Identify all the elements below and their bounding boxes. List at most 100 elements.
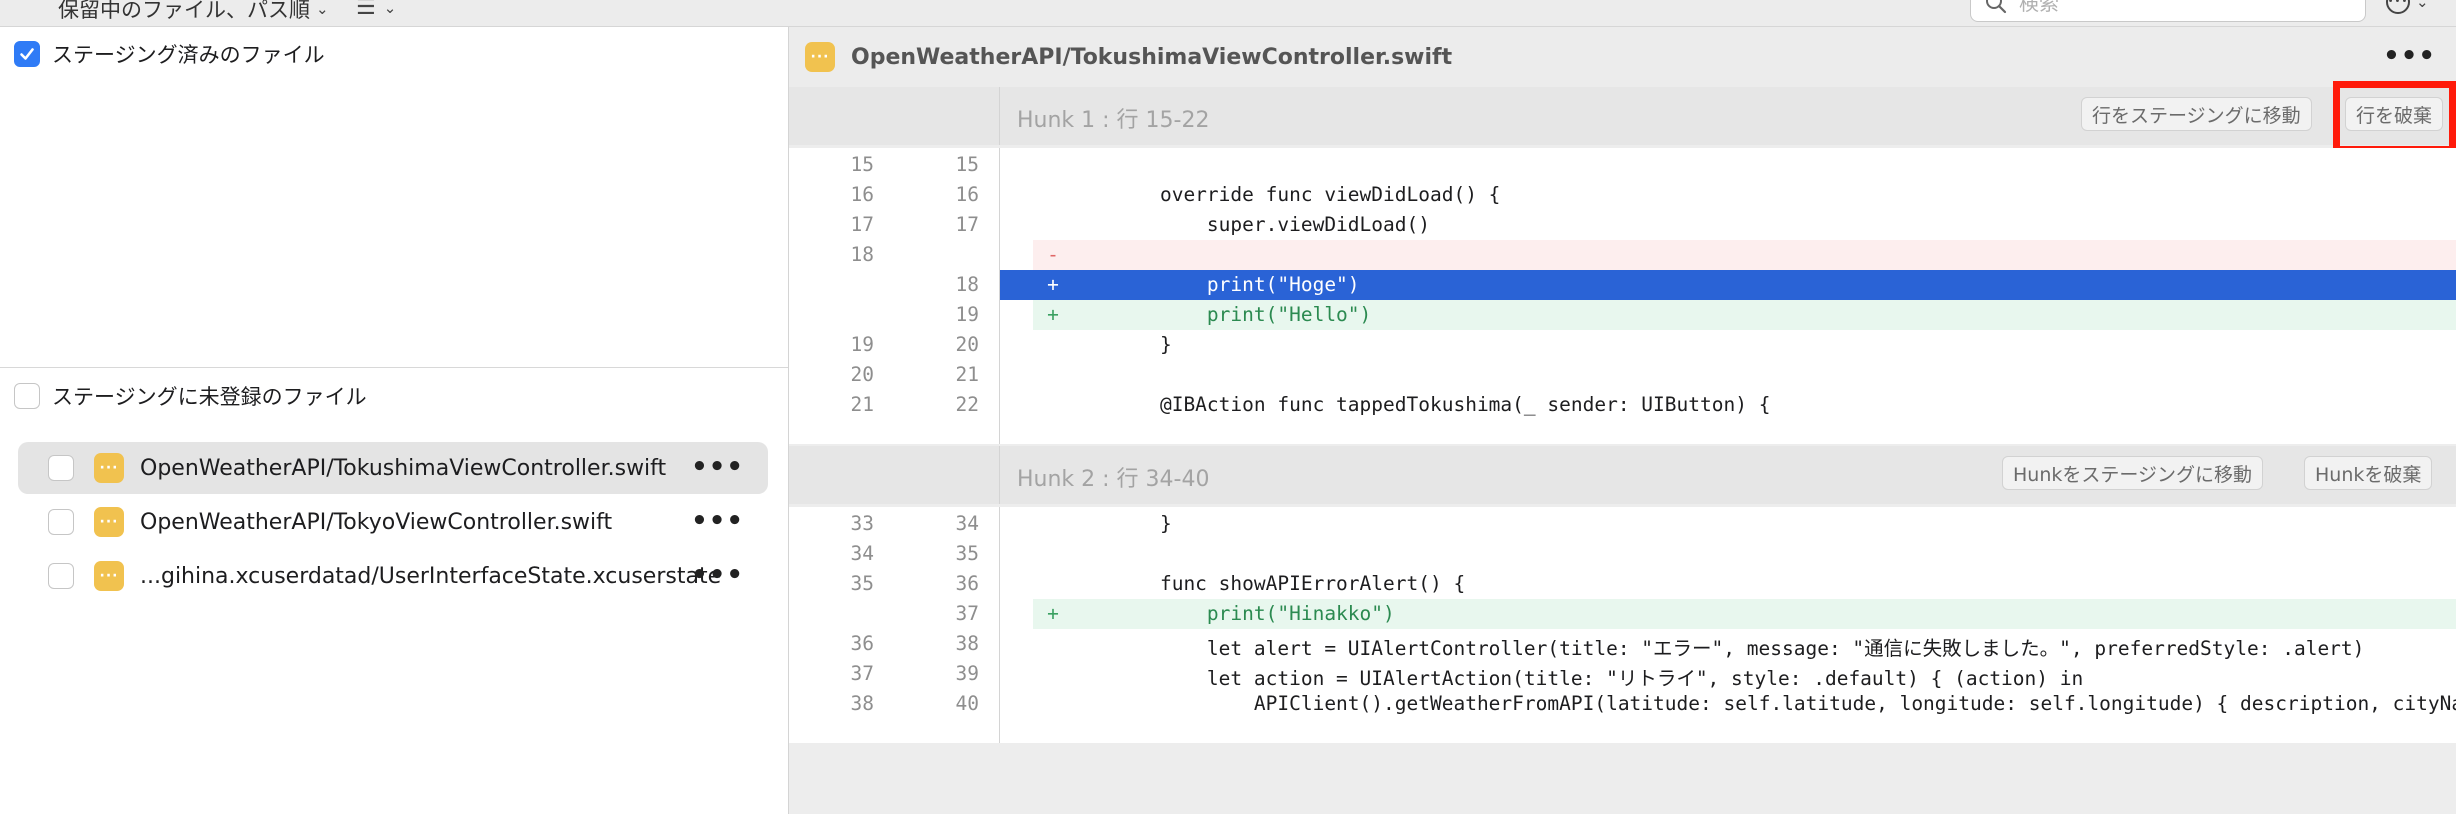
sort-menu[interactable]: 保留中のファイル、パス順 ⌄ (58, 0, 329, 24)
file-row[interactable]: ··· OpenWeatherAPI/TokyoViewController.s… (18, 496, 768, 548)
file-row[interactable]: ··· OpenWeatherAPI/TokushimaViewControll… (18, 442, 768, 494)
diff-line[interactable]: 15 15 (789, 150, 2456, 180)
code-text: APIClient().getWeatherFromAPI(latitude: … (1113, 692, 2456, 715)
file-row[interactable]: ··· ...gihina.xcuserdatad/UserInterfaceS… (18, 550, 768, 602)
diff-marker: + (1047, 273, 1059, 296)
diff-line[interactable]: 16 16 override func viewDidLoad() { (789, 180, 2456, 210)
stage-lines-button[interactable]: 行をステージングに移動 (2081, 97, 2312, 131)
old-line-number: 15 (850, 153, 874, 176)
hunk-code: 15 15 16 16 override func viewDidLoad() { 17… (789, 148, 2456, 444)
chevron-down-icon: ⌄ (383, 0, 397, 17)
diff-marker: + (1047, 303, 1059, 326)
old-line-number: 19 (850, 333, 874, 356)
hunk-gutter (789, 446, 1000, 504)
diff-line[interactable]: 37 39 let action = UIAlertAction(title: "… (789, 659, 2456, 690)
unstaged-section-header: ステージングに未登録のファイル (14, 381, 367, 411)
hunk-title: Hunk 2 : 行 34-40 (1017, 467, 1210, 492)
search-icon (1986, 0, 2007, 14)
new-line-number: 40 (955, 692, 979, 715)
code-text: override func viewDidLoad() { (1113, 183, 1501, 206)
new-line-number: 37 (955, 602, 979, 625)
old-line-number: 18 (850, 243, 874, 266)
old-line-number: 34 (850, 542, 874, 565)
more-icon[interactable]: ••• (691, 562, 744, 588)
chevron-down-icon: ⌄ (316, 0, 329, 18)
old-line-number: 16 (850, 183, 874, 206)
old-line-number: 20 (850, 363, 874, 386)
modified-file-icon: ··· (94, 453, 124, 483)
code-text: @IBAction func tappedTokushima(_ sender:… (1113, 393, 1771, 416)
discard-lines-button[interactable]: 行を破棄 (2345, 97, 2444, 131)
old-line-number: 21 (850, 393, 874, 416)
file-name: OpenWeatherAPI/TokyoViewController.swift (140, 509, 613, 535)
old-line-number: 35 (850, 572, 874, 595)
file-list-pane: ステージング済みのファイル ステージングに未登録のファイル ··· OpenWe… (0, 27, 789, 814)
diff-line[interactable]: 33 34 } (789, 509, 2456, 539)
modified-file-icon: ··· (94, 507, 124, 537)
old-line-number: 33 (850, 512, 874, 535)
code-text: } (1113, 512, 1172, 535)
diff-file-path: OpenWeatherAPI/TokushimaViewController.s… (851, 44, 1453, 70)
old-line-number: 37 (850, 662, 874, 685)
staged-section-label: ステージング済みのファイル (52, 43, 325, 67)
discard-hunk-button[interactable]: Hunkを破棄 (2304, 456, 2433, 490)
diff-line[interactable]: 19 20 } (789, 330, 2456, 360)
diff-line[interactable]: 20 21 (789, 360, 2456, 390)
new-line-number: 16 (955, 183, 979, 206)
diff-line[interactable]: 21 22 @IBAction func tappedTokushima(_ se… (789, 390, 2456, 420)
code-text: print("Hello") (1113, 303, 1372, 326)
new-line-number: 18 (955, 273, 979, 296)
more-options-menu[interactable]: ••• ⌄ (2386, 0, 2429, 14)
toolbar: 保留中のファイル、パス順 ⌄ ☰ ⌄ ••• ⌄ (0, 0, 2456, 27)
modified-file-icon: ··· (805, 42, 835, 72)
new-line-number: 17 (955, 213, 979, 236)
ellipsis-circle-icon: ••• (2386, 0, 2410, 14)
new-line-number: 20 (955, 333, 979, 356)
hunk-header: Hunk 1 : 行 15-22 行をステージングに移動 行を破棄 (789, 81, 2456, 153)
file-name: ...gihina.xcuserdatad/UserInterfaceState… (140, 563, 722, 589)
diff-line-background (1033, 240, 2456, 270)
hunk-code: 33 34 } 34 35 35 36 func showAPIErrorAlert() … (789, 507, 2456, 743)
diff-line[interactable]: 38 40 APIClient().getWeatherFromAPI(latit… (789, 689, 2456, 719)
file-checkbox[interactable] (48, 563, 74, 589)
diff-line[interactable]: 36 38 let alert = UIAlertController(title… (789, 629, 2456, 660)
hunk-header: Hunk 2 : 行 34-40 Hunkをステージングに移動 Hunkを破棄 (789, 446, 2456, 504)
more-icon[interactable]: ••• (2383, 43, 2436, 69)
search-field[interactable] (1970, 0, 2366, 22)
diff-line[interactable]: 18 + print("Hoge") (789, 270, 2456, 300)
code-text: let action = UIAlertAction(title: "リトライ"… (1113, 667, 2084, 690)
staged-checkbox[interactable] (14, 41, 40, 67)
section-divider (0, 367, 788, 368)
search-input[interactable] (2017, 0, 2341, 16)
diff-line[interactable]: 18 - (789, 240, 2456, 270)
new-line-number: 21 (955, 363, 979, 386)
diff-line[interactable]: 37 + print("Hinakko") (789, 599, 2456, 629)
hunk-gutter (789, 87, 1000, 145)
list-icon: ☰ (356, 0, 376, 20)
diff-line[interactable]: 19 + print("Hello") (789, 300, 2456, 330)
new-line-number: 35 (955, 542, 979, 565)
staged-section-header: ステージング済みのファイル (14, 39, 325, 69)
sort-menu-label: 保留中のファイル、パス順 (58, 0, 310, 22)
code-text: print("Hoge") (1113, 273, 1360, 296)
more-icon[interactable]: ••• (691, 454, 744, 480)
view-options-menu[interactable]: ☰ ⌄ (356, 0, 396, 20)
checkmark-icon (20, 48, 34, 60)
file-checkbox[interactable] (48, 455, 74, 481)
diff-line-background (1033, 150, 2456, 180)
file-checkbox[interactable] (48, 509, 74, 535)
unstaged-section-label: ステージングに未登録のファイル (52, 385, 367, 409)
code-text: print("Hinakko") (1113, 602, 1395, 625)
diff-line-background (1033, 509, 2456, 539)
diff-line[interactable]: 17 17 super.viewDidLoad() (789, 210, 2456, 240)
unstaged-checkbox[interactable] (14, 383, 40, 409)
diff-pane: ··· OpenWeatherAPI/TokushimaViewControll… (789, 27, 2456, 814)
new-line-number: 22 (955, 393, 979, 416)
diff-line[interactable]: 34 35 (789, 539, 2456, 569)
code-text: } (1113, 333, 1172, 356)
more-icon[interactable]: ••• (691, 508, 744, 534)
stage-hunk-button[interactable]: Hunkをステージングに移動 (2002, 456, 2263, 490)
diff-file-header: ··· OpenWeatherAPI/TokushimaViewControll… (789, 27, 2456, 87)
diff-line[interactable]: 35 36 func showAPIErrorAlert() { (789, 569, 2456, 599)
code-text: let alert = UIAlertController(title: "エラ… (1113, 637, 2365, 660)
